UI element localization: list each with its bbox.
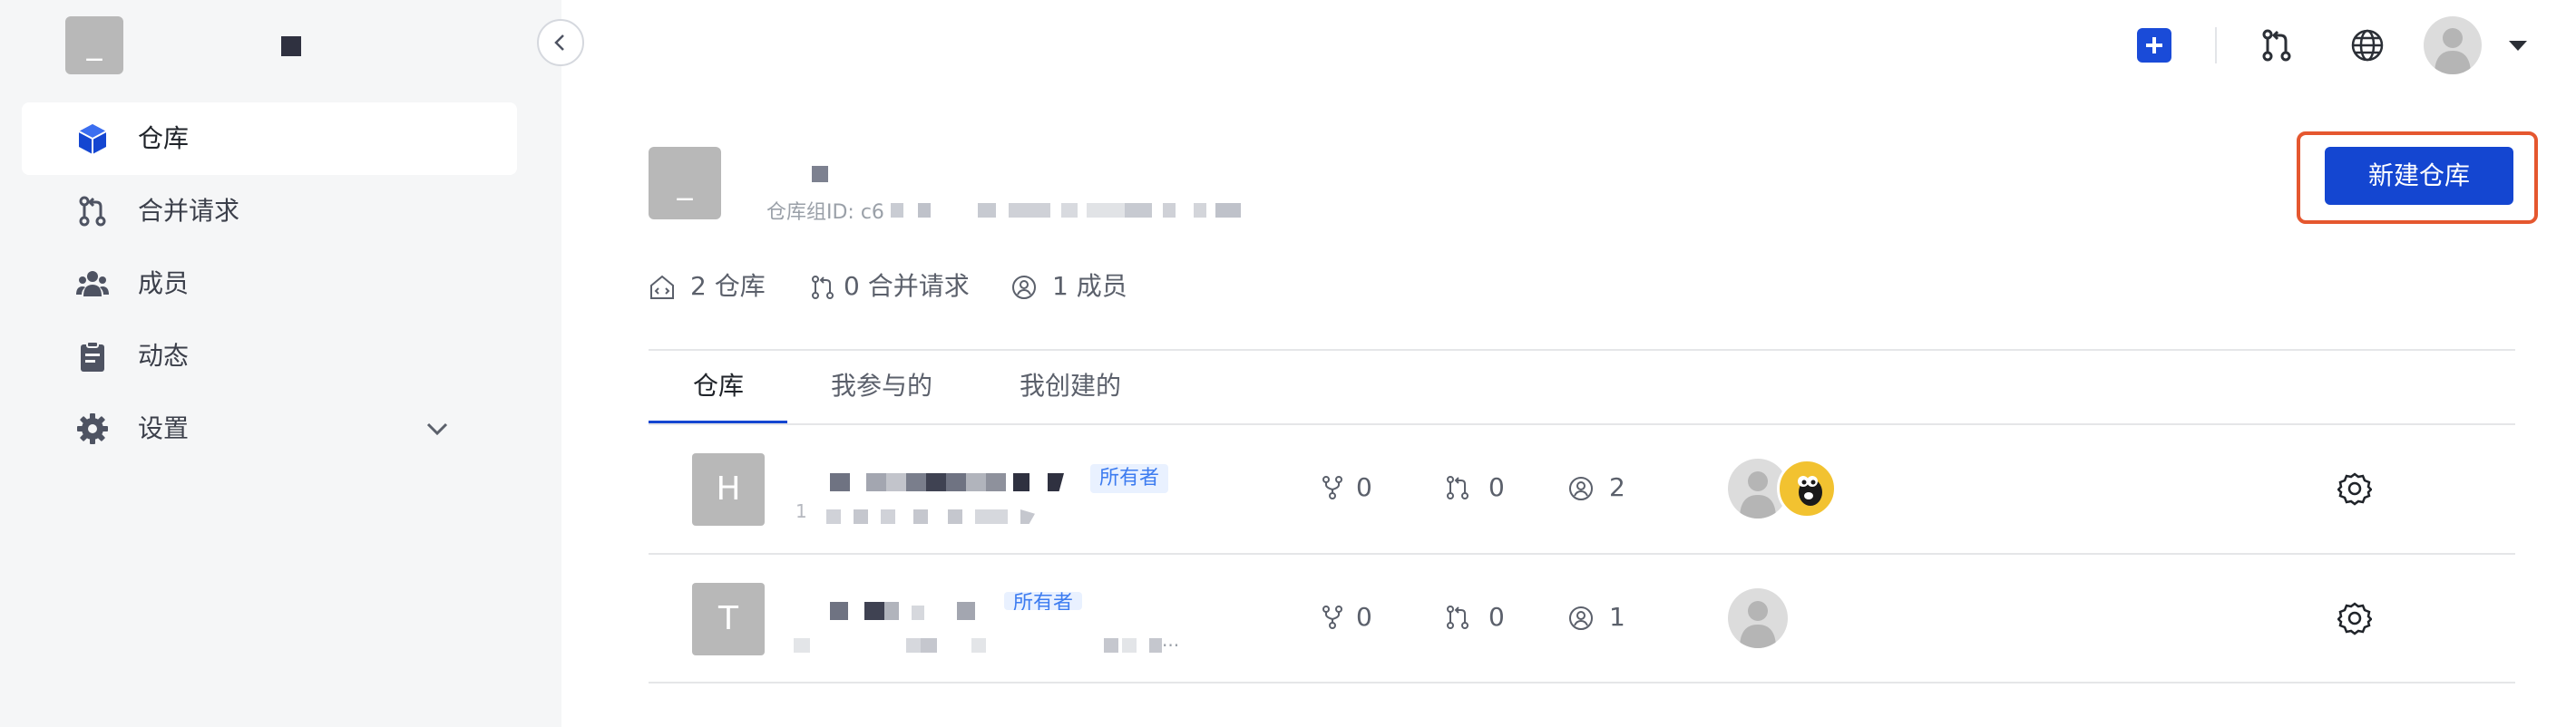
fork-icon xyxy=(1322,606,1342,629)
sidebar-item-label: 仓库 xyxy=(138,123,190,153)
merge-request-icon xyxy=(79,196,106,227)
gear-icon xyxy=(77,413,108,444)
group-avatar: _ xyxy=(649,147,721,219)
members-value: 1 xyxy=(1609,602,1625,632)
chevron-left-icon xyxy=(554,34,564,51)
fork-icon xyxy=(1322,476,1342,499)
tab-participated[interactable]: 我参与的 xyxy=(831,350,932,422)
stat-members-text: 1 成员 xyxy=(1052,271,1127,301)
repo-code-icon xyxy=(650,275,674,299)
merge-requests-count[interactable]: 0 xyxy=(1445,601,1517,634)
owner-badge: 所有者 xyxy=(1090,464,1169,493)
sidebar-item-label: 成员 xyxy=(138,268,190,298)
sidebar-item-label: 合并请求 xyxy=(138,196,240,226)
merge-requests-count[interactable]: 0 xyxy=(1445,471,1517,504)
members-count[interactable]: 1 xyxy=(1567,601,1640,634)
stat-repos-text: 2 仓库 xyxy=(690,271,766,301)
user-circle-icon xyxy=(1012,276,1036,299)
tab-repos[interactable]: 仓库 xyxy=(693,350,744,422)
repo-description-redacted: 1 xyxy=(794,500,1066,526)
sheep-avatar-icon xyxy=(1798,476,1822,506)
merge-request-icon xyxy=(812,276,834,299)
stat-merge-requests[interactable]: 0 合并请求 xyxy=(809,268,981,305)
sidebar-item-label: 设置 xyxy=(138,413,190,443)
merge-request-icon[interactable] xyxy=(2259,27,2295,63)
owner-badge: 所有者 xyxy=(1004,592,1083,610)
globe-icon[interactable] xyxy=(2349,27,2386,63)
new-repo-button[interactable]: 新建仓库 xyxy=(2325,147,2513,205)
divider xyxy=(649,682,2515,683)
clipboard-icon xyxy=(81,341,104,372)
chevron-down-icon[interactable] xyxy=(423,414,452,443)
member-avatar[interactable] xyxy=(1728,588,1788,648)
repo-description-prefix: 1 xyxy=(795,500,807,522)
members-icon xyxy=(76,271,109,296)
group-id-redacted xyxy=(891,201,1254,219)
repo-name-redacted[interactable] xyxy=(830,602,1011,620)
sidebar-item-merge-requests[interactable]: 合并请求 xyxy=(22,175,517,247)
repo-description-redacted: ... xyxy=(794,629,1179,660)
group-id-label: 仓库组ID: c6 xyxy=(766,201,884,224)
stat-members[interactable]: 1 成员 xyxy=(1010,268,1137,305)
topbar-divider xyxy=(2215,27,2217,63)
members-count[interactable]: 2 xyxy=(1567,471,1640,504)
merge-request-icon xyxy=(1447,606,1469,629)
user-avatar[interactable] xyxy=(2424,16,2482,74)
stat-merge-requests-text: 0 合并请求 xyxy=(844,271,970,301)
forks-count[interactable]: 0 xyxy=(1320,601,1392,634)
user-circle-icon xyxy=(1569,606,1593,630)
sidebar-item-settings[interactable]: 设置 xyxy=(22,393,517,465)
user-circle-icon xyxy=(1569,477,1593,500)
sidebar-item-activity[interactable]: 动态 xyxy=(22,320,517,393)
group-name-redacted xyxy=(812,166,828,182)
repo-row[interactable]: H 所有者 1 0 0 2 xyxy=(649,424,2515,553)
collapse-sidebar-button[interactable] xyxy=(537,19,584,66)
forks-value: 0 xyxy=(1356,602,1372,632)
repo-name-redacted[interactable] xyxy=(830,473,1093,491)
sidebar-item-members[interactable]: 成员 xyxy=(22,247,517,320)
repo-settings-gear-icon[interactable] xyxy=(2337,601,2372,635)
plus-icon xyxy=(2146,37,2162,53)
caret-down-icon[interactable] xyxy=(2502,29,2534,62)
repo-avatar: H xyxy=(692,453,765,526)
forks-count[interactable]: 0 xyxy=(1320,471,1392,504)
merge-request-icon xyxy=(1447,476,1469,499)
sidebar-item-label: 动态 xyxy=(138,341,190,371)
repo-settings-gear-icon[interactable] xyxy=(2337,471,2372,506)
forks-value: 0 xyxy=(1356,472,1372,502)
sidebar: _ 仓库 合并请求 成员 动态 设置 xyxy=(0,0,561,727)
group-name-redacted xyxy=(281,36,301,56)
member-avatar[interactable] xyxy=(1777,459,1837,519)
group-logo[interactable]: _ xyxy=(65,16,123,74)
create-plus-button[interactable] xyxy=(2137,28,2171,63)
merge-requests-value: 0 xyxy=(1488,602,1505,632)
cube-icon xyxy=(78,124,107,154)
repo-row[interactable]: T 所有者 ... 0 0 1 xyxy=(649,554,2515,683)
stat-repos[interactable]: 2 仓库 xyxy=(649,268,794,305)
sidebar-item-repos[interactable]: 仓库 xyxy=(22,102,517,175)
repo-description-ellipsis: ... xyxy=(1162,629,1180,651)
tab-created[interactable]: 我创建的 xyxy=(1020,350,1121,422)
members-value: 2 xyxy=(1609,472,1625,502)
merge-requests-value: 0 xyxy=(1488,472,1505,502)
repo-avatar: T xyxy=(692,583,765,655)
